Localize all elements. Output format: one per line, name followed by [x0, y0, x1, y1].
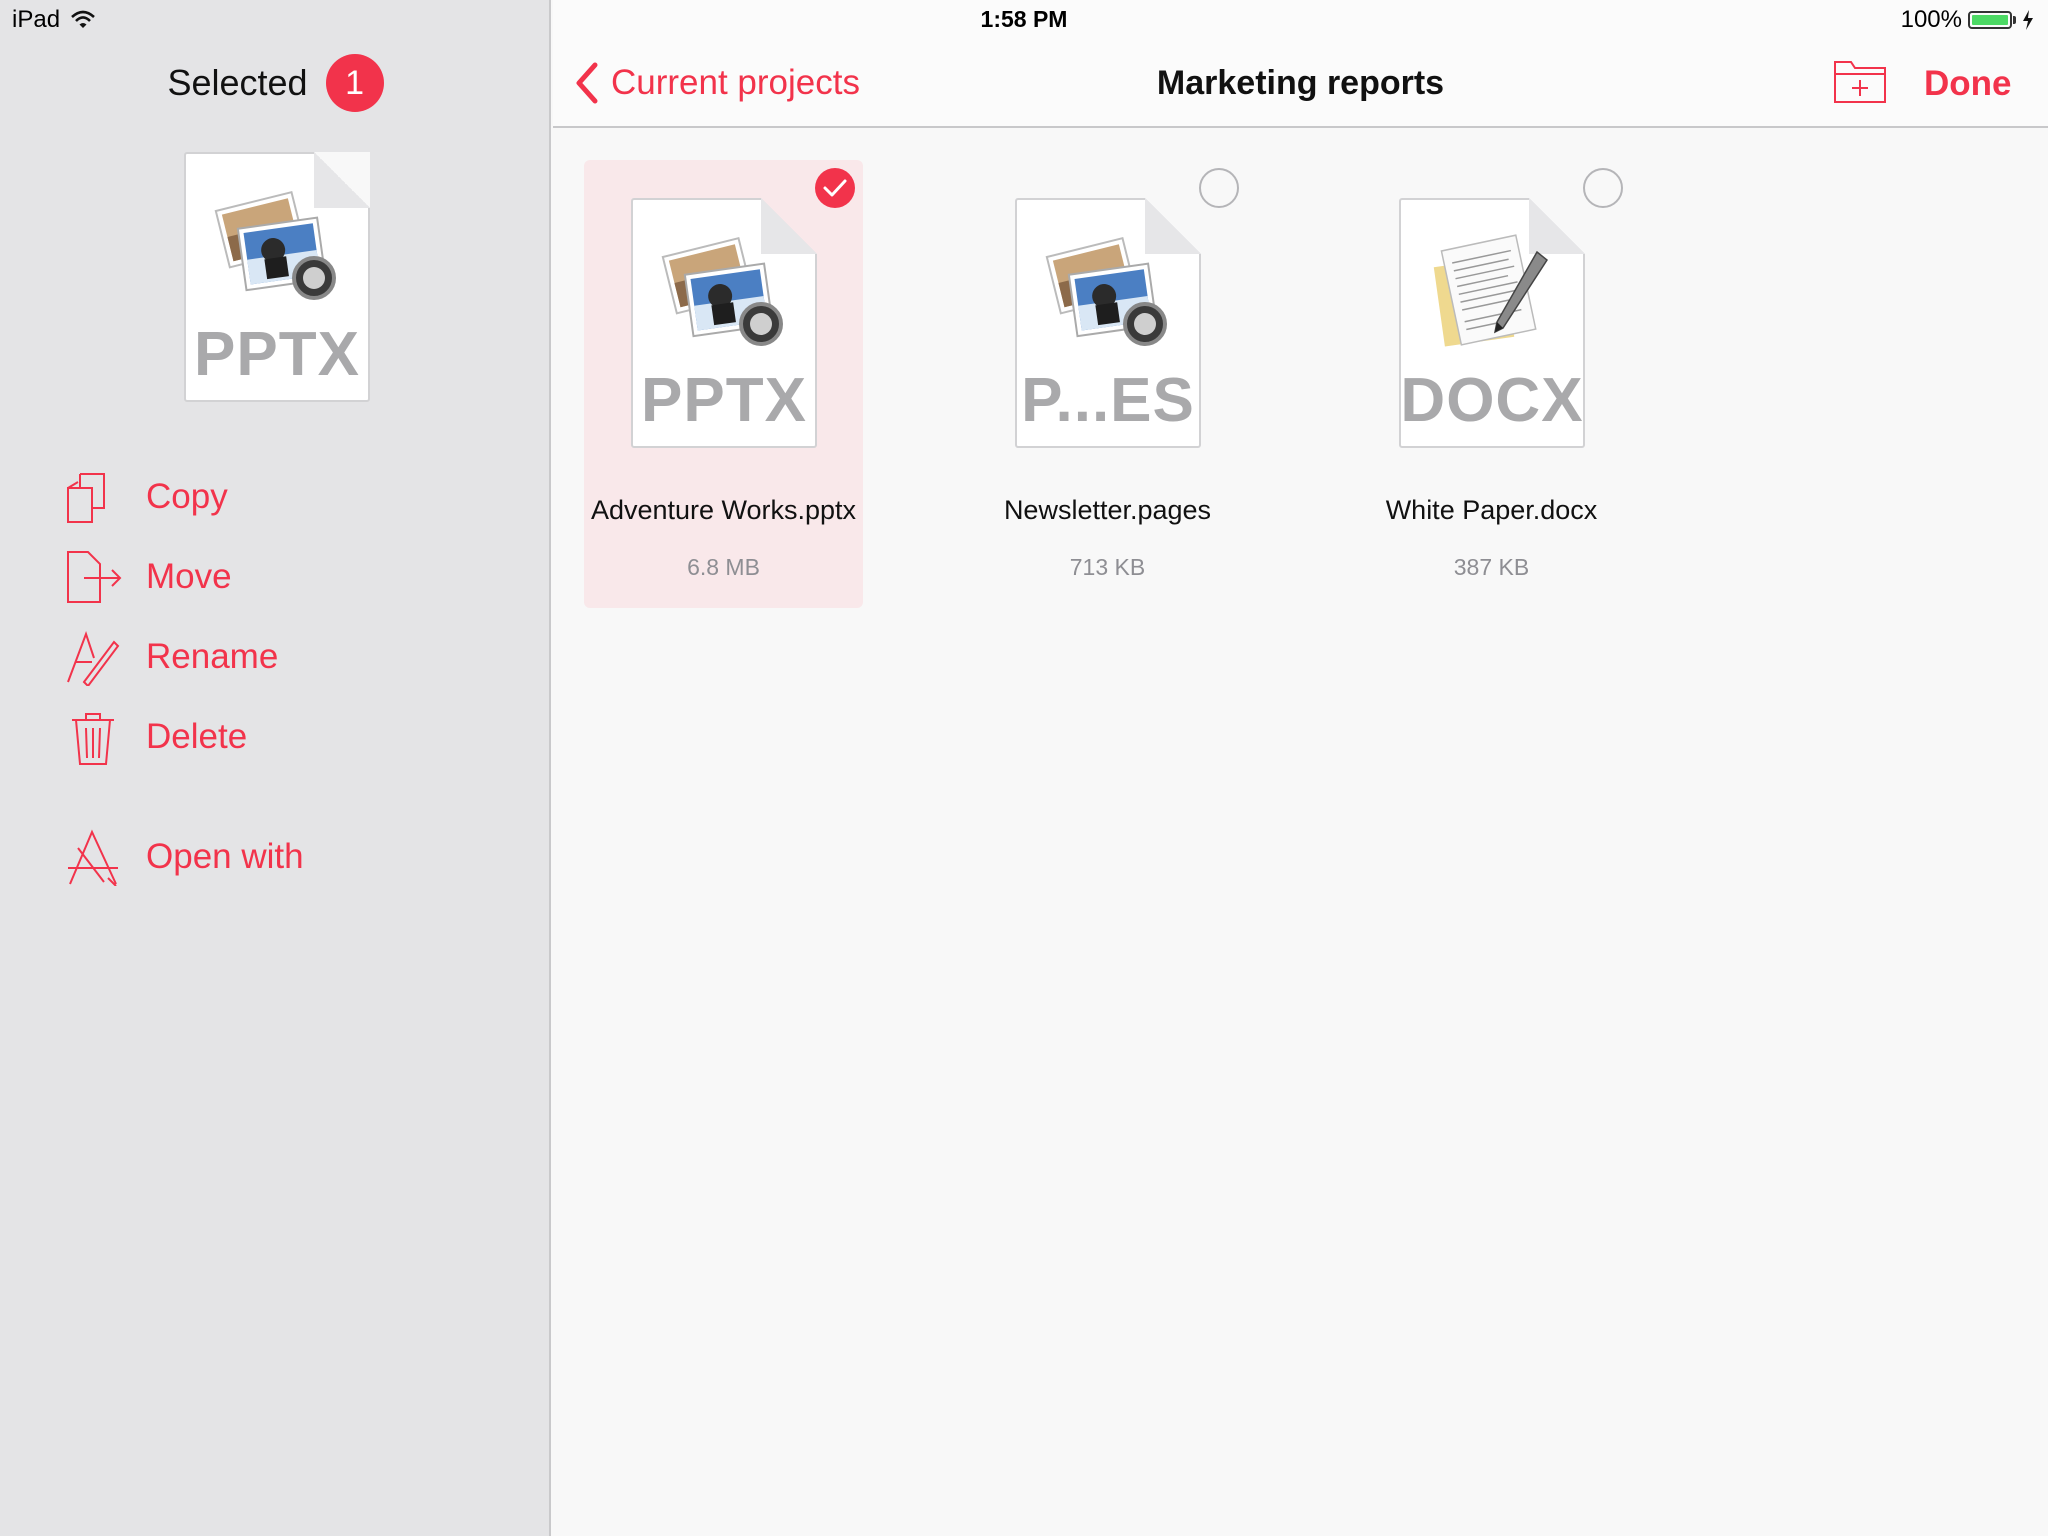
selection-sidebar: Selected 1 PPTX Copy Move Rename Delete … [0, 0, 551, 1536]
file-grid: PPTX Adventure Works.pptx 6.8 MB P...ES … [553, 130, 2048, 1536]
selected-header: Selected 1 [0, 54, 551, 112]
selected-title: Selected [167, 62, 308, 103]
document-icon: DOCX [1399, 198, 1585, 448]
file-tile[interactable]: DOCX White Paper.docx 387 KB [1352, 160, 1631, 608]
checkmark-unselected-icon[interactable] [1583, 168, 1623, 208]
new-folder-button[interactable] [1833, 58, 1887, 109]
selected-count-badge: 1 [325, 54, 384, 112]
copy-button[interactable]: Copy [64, 468, 228, 526]
status-bar: iPad 1:58 PM 100% [0, 0, 2048, 40]
charging-bolt-icon [2023, 10, 2033, 30]
delete-button[interactable]: Delete [64, 708, 247, 766]
document-icon: PPTX [631, 198, 817, 448]
rename-label: Rename [146, 637, 279, 676]
text-document-icon [1433, 234, 1548, 347]
file-type-label: PPTX [641, 366, 807, 435]
app-store-icon [68, 829, 118, 886]
rename-button[interactable]: Rename [64, 628, 278, 686]
chevron-left-icon [576, 62, 598, 104]
battery-icon [1968, 11, 2012, 29]
file-type-label: P...ES [1021, 366, 1195, 435]
trash-icon [72, 713, 114, 765]
selected-file-thumbnail: PPTX [184, 152, 370, 402]
copy-icon [67, 473, 105, 523]
delete-label: Delete [146, 717, 248, 756]
file-name: Newsletter.pages [1003, 495, 1212, 525]
screen: Selected 1 PPTX Copy Move Rename Delete … [0, 0, 2048, 1536]
open-with-button[interactable]: Open with [64, 828, 304, 886]
page-title-text: Marketing reports [1156, 64, 1445, 102]
move-label: Move [146, 557, 232, 596]
file-size: 713 KB [1069, 554, 1146, 580]
back-button[interactable]: Current projects [575, 62, 860, 104]
file-tile[interactable]: P...ES Newsletter.pages 713 KB [968, 160, 1247, 608]
file-type-label: PPTX [194, 320, 360, 389]
new-folder-icon [1834, 61, 1886, 103]
file-name: White Paper.docx [1385, 495, 1598, 525]
back-label: Current projects [611, 63, 860, 102]
copy-label: Copy [146, 477, 228, 516]
file-name: Adventure Works.pptx [590, 495, 857, 525]
file-tile[interactable]: PPTX Adventure Works.pptx 6.8 MB [584, 160, 863, 608]
rename-icon [67, 631, 120, 686]
move-icon [67, 551, 122, 603]
done-button[interactable]: Done [1924, 64, 2012, 104]
preview-image-icon [1045, 236, 1167, 346]
document-icon: P...ES [1015, 198, 1201, 448]
battery-percent: 100% [1900, 6, 1962, 33]
preview-image-icon [661, 236, 783, 346]
checkmark-unselected-icon[interactable] [1199, 168, 1239, 208]
status-time: 1:58 PM [980, 6, 1068, 32]
preview-image-icon [214, 190, 336, 300]
document-icon: PPTX [184, 152, 370, 402]
file-size: 6.8 MB [687, 554, 760, 580]
checkmark-selected-icon[interactable] [815, 168, 855, 208]
file-size: 387 KB [1453, 554, 1530, 580]
move-button[interactable]: Move [64, 548, 232, 606]
open-with-label: Open with [146, 837, 304, 876]
file-type-label: DOCX [1400, 366, 1584, 435]
